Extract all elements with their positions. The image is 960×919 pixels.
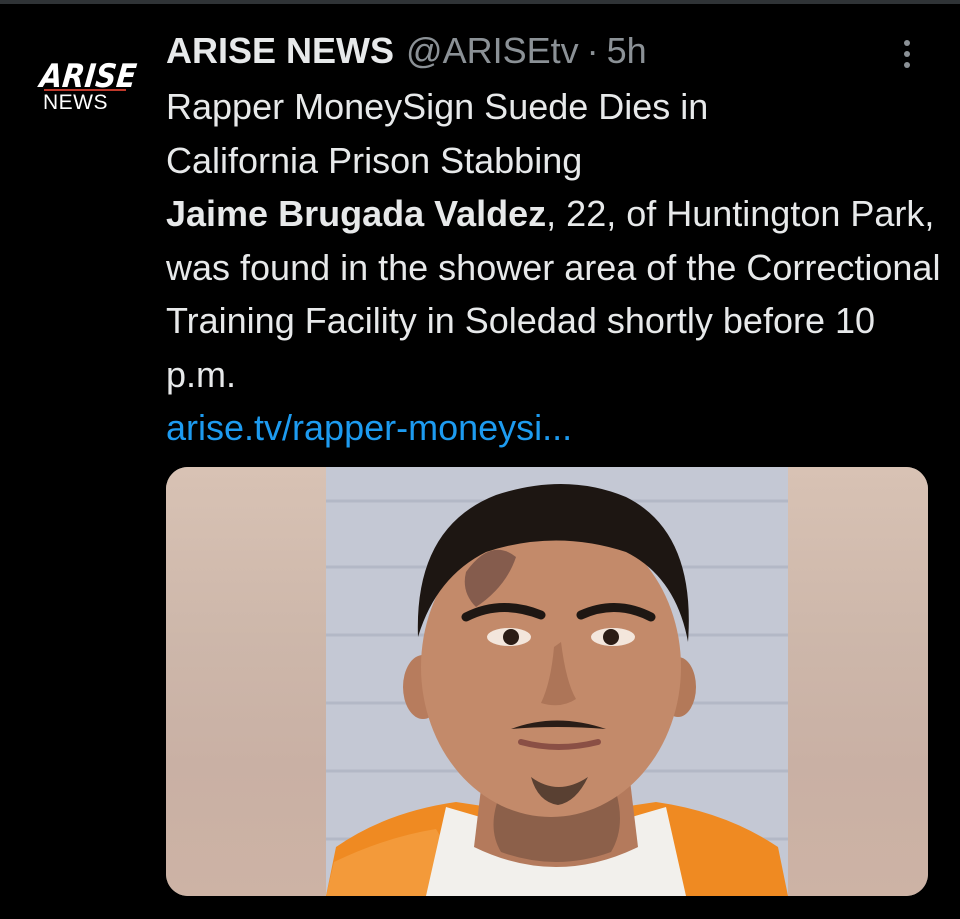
link-paragraph: arise.tv/rapper-moneysi... [166,401,946,455]
mugshot-photo [326,467,788,896]
more-dot [904,40,910,46]
logo-news-text: NEWS [43,91,108,114]
display-name[interactable]: ARISE NEWS [166,29,394,73]
headline-line-2: California Prison Stabbing [166,139,583,181]
bold-name: Jaime Brugada Valdez [166,193,547,234]
avatar[interactable]: ARISE NEWS [38,57,138,118]
tweet-text: Rapper MoneySign Suede Dies in Californi… [166,80,946,455]
more-dot [904,62,910,68]
handle[interactable]: @ARISEtv [406,29,579,73]
separator-dot: · [586,30,599,71]
headline: Rapper MoneySign Suede Dies in Californi… [166,80,946,187]
more-dot [904,51,910,57]
media-blur-right [768,467,928,896]
body-paragraph: Jaime Brugada Valdez, 22, of Huntington … [166,187,946,401]
timestamp[interactable]: 5h [607,29,647,73]
headline-line-1: Rapper MoneySign Suede Dies in [166,86,709,127]
mugshot-illustration [326,467,788,896]
article-link[interactable]: arise.tv/rapper-moneysi... [166,407,572,448]
tweet-header: ARISE NEWS @ARISEtv · 5h [166,29,647,73]
top-divider [0,0,960,4]
tweet-media[interactable] [166,467,928,896]
media-blur-left [166,467,326,896]
more-options-icon[interactable] [893,34,921,74]
